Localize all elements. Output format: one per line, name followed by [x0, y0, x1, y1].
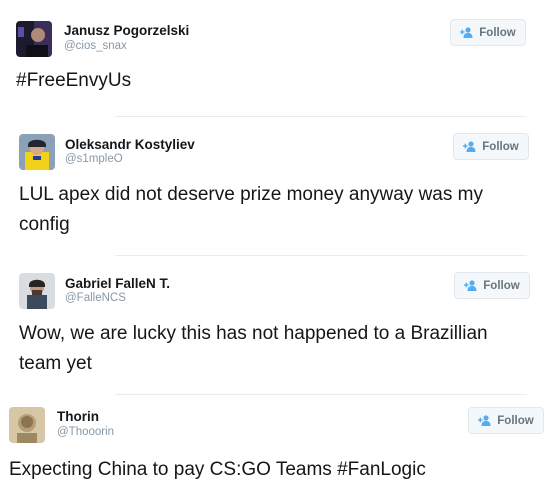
tweet-text: Expecting China to pay CS:GO Teams #FanL… — [9, 459, 426, 480]
user-name[interactable]: Oleksandr Kostyliev — [65, 137, 195, 152]
follow-label: Follow — [483, 279, 520, 292]
tweet-card: Gabriel FalleN T. @FalleNCS Follow Wow, … — [19, 270, 531, 380]
avatar[interactable] — [19, 134, 55, 170]
follow-button[interactable]: Follow — [450, 19, 526, 46]
tweet-text: Wow, we are lucky this has not happened … — [19, 323, 488, 374]
tweet-text: LUL apex did not deserve prize money any… — [19, 184, 483, 235]
tweet-card: Oleksandr Kostyliev @s1mpleO Follow LUL … — [19, 131, 531, 241]
avatar[interactable] — [19, 273, 55, 309]
user-handle[interactable]: @cios_snax — [64, 40, 127, 52]
user-name[interactable]: Janusz Pogorzelski — [64, 23, 189, 38]
follow-button[interactable]: Follow — [468, 407, 544, 434]
user-name[interactable]: Thorin — [57, 409, 99, 424]
user-name[interactable]: Gabriel FalleN T. — [65, 276, 170, 291]
avatar[interactable] — [16, 21, 52, 57]
tweet-card: Janusz Pogorzelski @cios_snax Follow #Fr… — [16, 17, 528, 99]
separator — [115, 116, 527, 117]
person-plus-icon — [460, 27, 473, 38]
separator — [115, 255, 527, 256]
user-handle[interactable]: @FalleNCS — [65, 292, 126, 304]
tweet-text: #FreeEnvyUs — [16, 70, 132, 91]
follow-label: Follow — [497, 414, 534, 427]
person-plus-icon — [478, 415, 491, 426]
user-handle[interactable]: @Thooorin — [57, 426, 114, 438]
follow-button[interactable]: Follow — [453, 133, 529, 160]
follow-label: Follow — [482, 140, 519, 153]
tweet-card: Thorin @Thooorin Follow Expecting China … — [9, 405, 545, 495]
user-handle[interactable]: @s1mpleO — [65, 153, 123, 165]
follow-button[interactable]: Follow — [454, 272, 530, 299]
person-plus-icon — [464, 280, 477, 291]
follow-label: Follow — [479, 26, 516, 39]
avatar[interactable] — [9, 407, 45, 443]
person-plus-icon — [463, 141, 476, 152]
separator — [115, 394, 527, 395]
